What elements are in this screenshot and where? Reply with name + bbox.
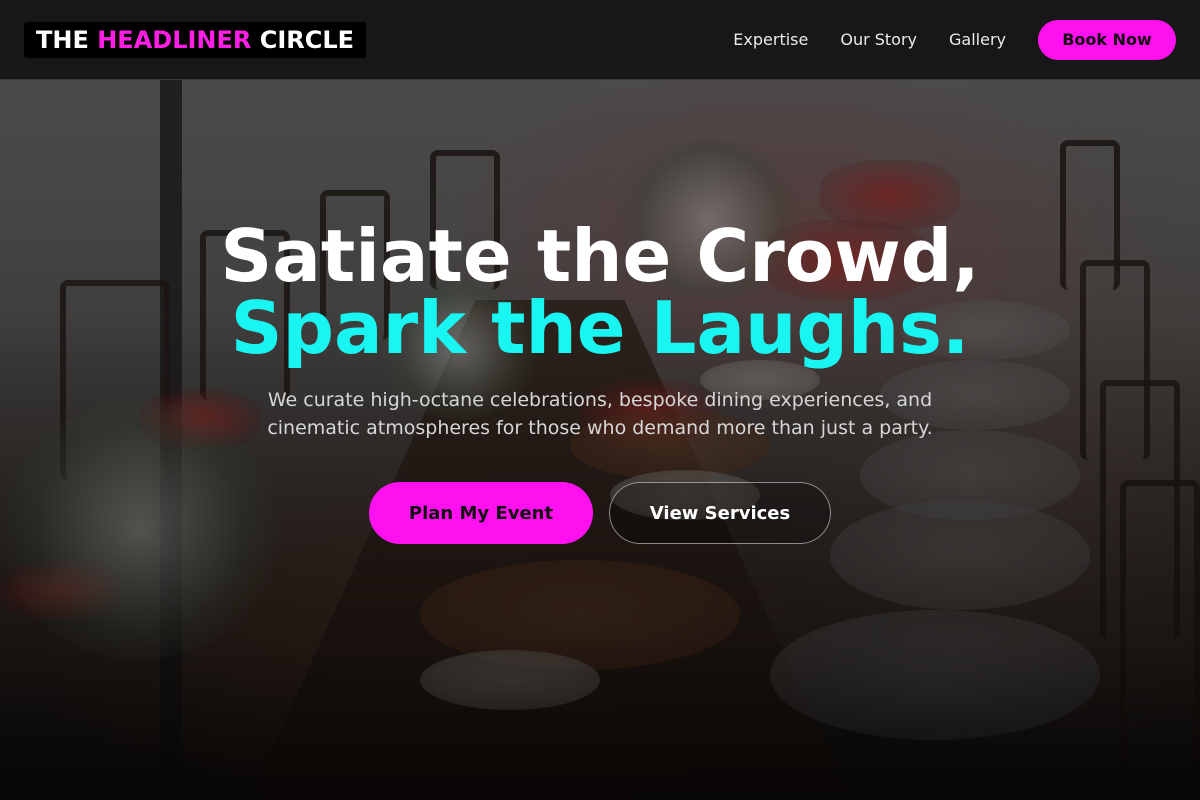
hero-cta-row: Plan My Event View Services <box>0 482 1200 544</box>
nav-link-gallery[interactable]: Gallery <box>949 30 1006 49</box>
hero-headline-accent: Spark the Laughs. <box>230 286 970 370</box>
hero-subtext: We curate high-octane celebrations, besp… <box>267 389 933 439</box>
brand-logo[interactable]: THE HEADLINER CIRCLE <box>24 21 367 58</box>
logo-text-headliner: HEADLINER <box>97 25 252 54</box>
plan-my-event-button[interactable]: Plan My Event <box>369 482 593 544</box>
nav-link-expertise[interactable]: Expertise <box>733 30 808 49</box>
nav-menu: Expertise Our Story Gallery Book Now <box>733 19 1176 60</box>
view-services-button[interactable]: View Services <box>609 482 831 544</box>
top-navbar: THE HEADLINER CIRCLE Expertise Our Story… <box>0 0 1200 80</box>
landing-page: THE HEADLINER CIRCLE Expertise Our Story… <box>0 0 1200 800</box>
hero-headline: Satiate the Crowd, <box>220 214 980 298</box>
hero-section: Satiate the Crowd, Spark the Laughs. We … <box>0 220 1200 544</box>
logo-text-the: THE <box>36 25 98 54</box>
nav-link-our-story[interactable]: Our Story <box>840 30 917 49</box>
book-now-button[interactable]: Book Now <box>1038 19 1176 60</box>
logo-text-circle: CIRCLE <box>251 25 355 54</box>
